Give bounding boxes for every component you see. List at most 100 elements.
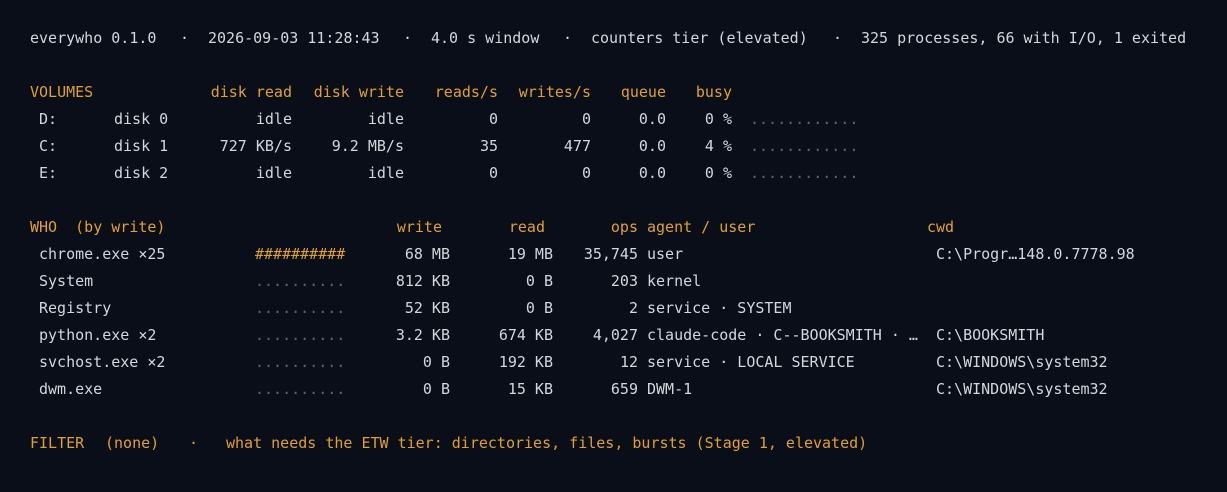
process-read: 674 KB: [498, 326, 553, 344]
app-version: everywho 0.1.0: [30, 29, 157, 47]
write-share-bar: ..........: [255, 380, 346, 398]
write-share-bar: ##########: [255, 245, 346, 263]
volume-writes: 477: [563, 137, 591, 155]
volume-disk: disk 2: [114, 164, 169, 182]
process-name: dwm.exe: [39, 380, 103, 398]
volume-busy-bar: ............: [750, 164, 859, 182]
volume-reads: 0: [488, 164, 498, 182]
process-agent: service · LOCAL SERVICE: [647, 353, 855, 371]
col-reads-per-sec: reads/s: [434, 83, 498, 101]
volume-write: 9.2 MB/s: [331, 137, 404, 155]
volume-read: idle: [255, 164, 292, 182]
volume-write: idle: [367, 164, 404, 182]
process-write: 3.2 KB: [395, 326, 450, 344]
volume-reads: 35: [479, 137, 498, 155]
volume-letter: C:: [39, 137, 58, 155]
col-writes-per-sec: writes/s: [518, 83, 591, 101]
separator: ·: [189, 434, 199, 452]
process-row[interactable]: Registry .......... 52 KB 0 B 2 service …: [0, 298, 792, 318]
process-agent: kernel: [647, 272, 702, 290]
process-cwd: C:\WINDOWS\system32: [936, 380, 1108, 398]
separator: ·: [180, 29, 190, 47]
process-ops: 12: [619, 353, 638, 371]
process-name: chrome.exe ×25: [39, 245, 166, 263]
process-agent: service · SYSTEM: [647, 299, 792, 317]
col-ops: ops: [610, 218, 638, 236]
volume-busy-bar: ............: [750, 110, 859, 128]
separator: ·: [563, 29, 573, 47]
volume-disk: disk 0: [114, 110, 169, 128]
process-read: 0 B: [525, 299, 553, 317]
volume-busy-bar: ............: [750, 137, 859, 155]
volume-queue: 0.0: [638, 164, 666, 182]
process-cwd: C:\BOOKSMITH: [936, 326, 1045, 344]
volume-writes: 0: [581, 110, 591, 128]
col-disk-read: disk read: [210, 83, 292, 101]
process-write: 68 MB: [404, 245, 450, 263]
col-agent-user: agent / user: [647, 218, 756, 236]
process-name: Registry: [39, 299, 112, 317]
process-read: 0 B: [525, 272, 553, 290]
volume-busy: 0 %: [704, 164, 732, 182]
write-share-bar: ..........: [255, 326, 346, 344]
volume-queue: 0.0: [638, 137, 666, 155]
process-agent: DWM-1: [647, 380, 693, 398]
etw-tier-hint: what needs the ETW tier: directories, fi…: [226, 434, 868, 452]
who-title: WHO (by write): [30, 218, 166, 236]
process-write: 52 KB: [404, 299, 450, 317]
volume-row: D: disk 0 idle idle 0 0 0.0 0 % ........…: [0, 109, 858, 129]
col-read: read: [508, 218, 545, 236]
col-busy: busy: [695, 83, 732, 101]
write-share-bar: ..........: [255, 299, 346, 317]
volume-read: 727 KB/s: [219, 137, 292, 155]
volumes-title: VOLUMES: [30, 83, 94, 101]
process-cwd: C:\WINDOWS\system32: [936, 353, 1108, 371]
who-header: WHO (by write) write read ops agent / us…: [0, 217, 954, 237]
filter-bar: FILTER (none) · what needs the ETW tier:…: [0, 433, 867, 453]
process-row[interactable]: python.exe ×2 .......... 3.2 KB 674 KB 4…: [0, 325, 1044, 345]
filter-value[interactable]: (none): [105, 433, 159, 453]
process-ops: 2: [628, 299, 638, 317]
volume-queue: 0.0: [638, 110, 666, 128]
process-name: python.exe ×2: [39, 326, 157, 344]
process-ops: 4,027: [592, 326, 638, 344]
process-read: 15 KB: [507, 380, 553, 398]
write-share-bar: ..........: [255, 353, 346, 371]
process-row[interactable]: dwm.exe .......... 0 B 15 KB 659 DWM-1 C…: [0, 379, 1108, 399]
filter-label: FILTER: [30, 434, 85, 452]
process-write: 0 B: [422, 353, 450, 371]
volume-writes: 0: [581, 164, 591, 182]
volumes-header: VOLUMES disk read disk write reads/s wri…: [0, 82, 732, 102]
process-write: 812 KB: [395, 272, 450, 290]
col-cwd: cwd: [927, 218, 955, 236]
process-cwd: C:\Progr…148.0.7778.98: [936, 245, 1135, 263]
volume-reads: 0: [488, 110, 498, 128]
process-summary: 325 processes, 66 with I/O, 1 exited: [861, 29, 1187, 47]
separator: ·: [403, 29, 413, 47]
volume-disk: disk 1: [114, 137, 169, 155]
volume-letter: E:: [39, 164, 58, 182]
process-ops: 203: [610, 272, 638, 290]
col-disk-write: disk write: [313, 83, 404, 101]
process-write: 0 B: [422, 380, 450, 398]
terminal-screen: { "header": { "app": "everywho 0.1.0", "…: [0, 0, 1227, 492]
process-row[interactable]: svchost.exe ×2 .......... 0 B 192 KB 12 …: [0, 352, 1108, 372]
process-row[interactable]: chrome.exe ×25 ########## 68 MB 19 MB 35…: [0, 244, 1135, 264]
volume-busy: 0 %: [704, 110, 732, 128]
write-share-bar: ..........: [255, 272, 346, 290]
volume-row: E: disk 2 idle idle 0 0 0.0 0 % ........…: [0, 163, 858, 183]
volume-row: C: disk 1 727 KB/s 9.2 MB/s 35 477 0.0 4…: [0, 136, 858, 156]
process-row[interactable]: System .......... 812 KB 0 B 203 kernel: [0, 271, 701, 291]
timestamp: 2026-09-03 11:28:43: [208, 29, 380, 47]
col-write: write: [396, 218, 442, 236]
volume-read: idle: [255, 110, 292, 128]
volume-letter: D:: [39, 110, 58, 128]
process-agent: user: [647, 245, 684, 263]
process-name: svchost.exe ×2: [39, 353, 166, 371]
sample-window: 4.0 s window: [431, 29, 540, 47]
volume-write: idle: [367, 110, 404, 128]
process-ops: 659: [610, 380, 638, 398]
process-read: 192 KB: [498, 353, 553, 371]
volume-busy: 4 %: [704, 137, 732, 155]
process-name: System: [39, 272, 94, 290]
